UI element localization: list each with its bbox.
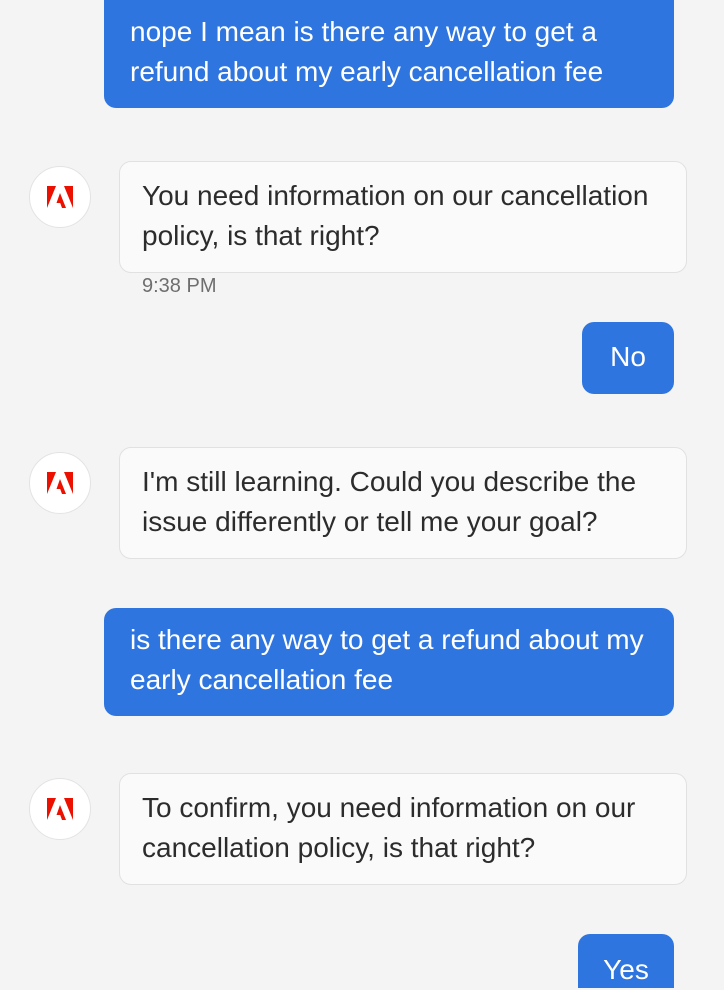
bot-message-text: You need information on our cancellation…	[142, 180, 649, 251]
bot-avatar	[29, 166, 91, 228]
bot-avatar	[29, 778, 91, 840]
bot-message: I'm still learning. Could you describe t…	[119, 447, 687, 559]
user-message-text: is there any way to get a refund about m…	[130, 624, 644, 695]
bot-message: You need information on our cancellation…	[119, 161, 687, 273]
user-message: Yes	[578, 934, 674, 988]
bot-avatar	[29, 452, 91, 514]
adobe-logo-icon	[47, 472, 73, 494]
user-message-text: Yes	[603, 954, 649, 985]
user-message: No	[582, 322, 674, 394]
user-message: is there any way to get a refund about m…	[104, 608, 674, 716]
adobe-logo-icon	[47, 798, 73, 820]
user-message-text: No	[610, 341, 646, 372]
bot-message-text: To confirm, you need information on our …	[142, 792, 636, 863]
message-timestamp: 9:38 PM	[142, 275, 217, 297]
adobe-logo-icon	[47, 186, 73, 208]
user-message: nope I mean is there any way to get a re…	[104, 0, 674, 108]
user-message-text: nope I mean is there any way to get a re…	[130, 16, 604, 87]
bot-message-text: I'm still learning. Could you describe t…	[142, 466, 637, 537]
bot-message: To confirm, you need information on our …	[119, 773, 687, 885]
chat-transcript: nope I mean is there any way to get a re…	[0, 0, 724, 988]
